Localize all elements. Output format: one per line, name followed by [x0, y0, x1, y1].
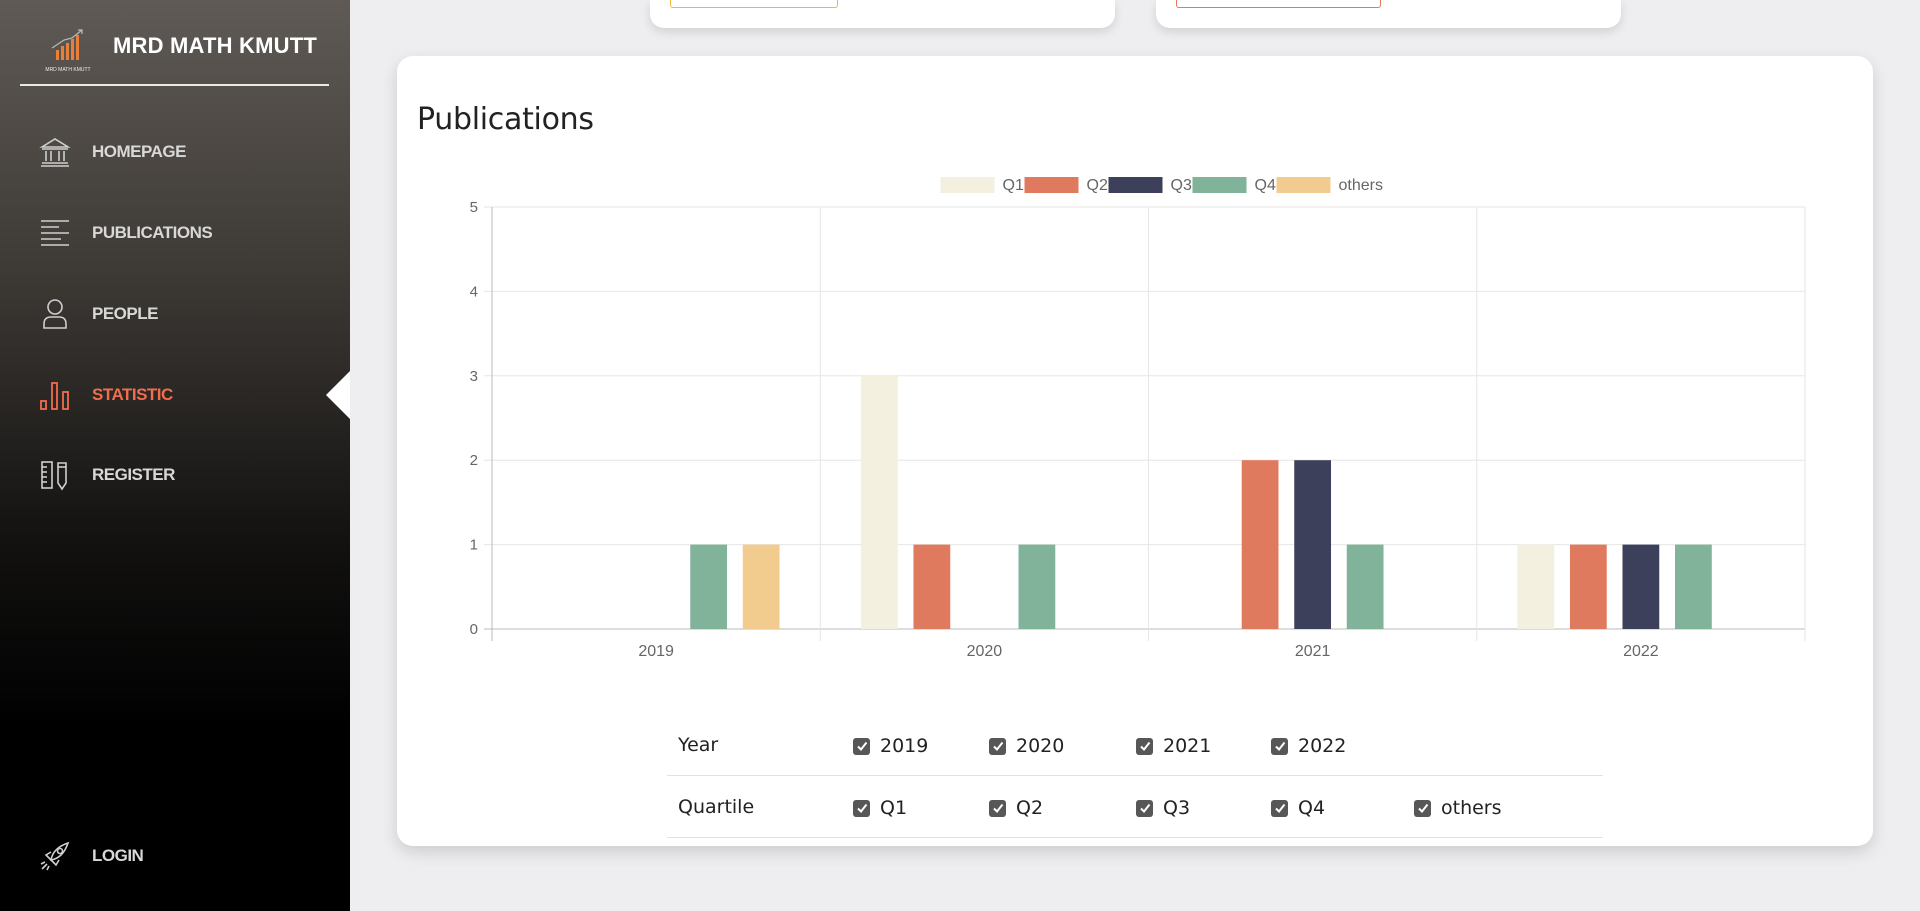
legend-swatch-Q2	[1024, 177, 1079, 193]
legend-swatch-others	[1276, 177, 1331, 193]
y-tick-label: 0	[470, 621, 478, 638]
filter-option-label: 2022	[1298, 735, 1347, 757]
legend-swatch-Q3	[1108, 177, 1163, 193]
filter-year-option-2019[interactable]: 2019	[853, 735, 928, 757]
filter-option-label: Q1	[880, 797, 908, 819]
filter-option-label: others	[1441, 797, 1502, 819]
bar-chart-icon	[38, 378, 72, 412]
bar-Q4-2022	[1675, 544, 1712, 629]
legend-swatch-Q4	[1192, 177, 1247, 193]
active-indicator	[326, 371, 350, 419]
nav-login[interactable]: LOGIN	[38, 836, 328, 876]
text-lines-icon	[38, 216, 72, 250]
x-tick-label: 2019	[638, 643, 674, 660]
logo-text: MRD MATH KMUTT	[45, 67, 90, 73]
bar-Q3-2022	[1622, 544, 1660, 629]
checkbox-checked-icon[interactable]	[1136, 799, 1153, 817]
nav-people-label: PEOPLE	[92, 304, 158, 323]
legend-label-others: others	[1339, 177, 1383, 194]
nav-publications-label: PUBLICATIONS	[92, 223, 213, 242]
checkbox-checked-icon[interactable]	[989, 737, 1006, 755]
filter-year-option-2022[interactable]: 2022	[1271, 735, 1346, 757]
bar-Q3-2021	[1294, 460, 1332, 629]
filter-option-label: 2021	[1163, 735, 1212, 757]
filter-option-label: Q3	[1163, 797, 1191, 819]
y-tick-label: 1	[470, 537, 478, 554]
y-tick-label: 5	[470, 199, 478, 216]
publications-panel: Publications 0 1 2 3 4 5 2019 2020 2021 2022 Q1 Q2 Q…	[397, 56, 1873, 846]
legend-swatch-Q1	[940, 177, 995, 193]
legend-label-Q2: Q2	[1087, 177, 1108, 194]
y-tick-label: 2	[470, 452, 478, 469]
legend-label-Q1: Q1	[1003, 177, 1024, 194]
checkbox-checked-icon[interactable]	[989, 799, 1006, 817]
publications-chart: 0 1 2 3 4 5 2019 2020 2021 2022 Q1 Q2 Q3 Q4 others	[470, 177, 1806, 660]
bar-Q4-2021	[1346, 544, 1384, 629]
bar-Q1-2022	[1517, 544, 1555, 629]
bar-Q4-2019	[690, 544, 728, 629]
checkbox-checked-icon[interactable]	[1414, 799, 1431, 817]
checkbox-checked-icon[interactable]	[1271, 799, 1288, 817]
rocket-icon	[38, 839, 72, 873]
checkbox-checked-icon[interactable]	[853, 737, 870, 755]
filter-row-year: Year 2019 2020 2021 2022	[667, 714, 1603, 776]
x-tick-label: 2020	[967, 643, 1003, 660]
brand[interactable]: MRD MATH KMUTT MRD MATH KMUTT	[20, 20, 329, 86]
nav-register[interactable]: REGISTER	[38, 455, 328, 495]
legend-label-Q3: Q3	[1171, 177, 1192, 194]
bar-Q4-2020	[1018, 544, 1056, 629]
brand-logo: MRD MATH KMUTT	[45, 29, 91, 73]
nav-login-label: LOGIN	[92, 846, 144, 865]
y-tick-label: 4	[470, 283, 478, 300]
top-card-left	[650, 0, 1115, 28]
nav-publications[interactable]: PUBLICATIONS	[38, 213, 328, 253]
bar-Q2-2021	[1241, 460, 1279, 629]
bank-icon	[38, 135, 72, 169]
nav-people[interactable]: PEOPLE	[38, 294, 328, 334]
nav-homepage[interactable]: HOMEPAGE	[38, 132, 328, 172]
bar-Q2-2022	[1569, 544, 1607, 629]
filter-year-label: Year	[678, 734, 719, 756]
checkbox-checked-icon[interactable]	[1136, 737, 1153, 755]
filter-year-option-2021[interactable]: 2021	[1136, 735, 1211, 757]
top-card-left-button[interactable]	[670, 0, 838, 8]
filter-option-label: 2019	[880, 735, 929, 757]
bar-Q1-2020	[860, 375, 898, 629]
filter-quartile-label: Quartile	[678, 796, 755, 818]
ruler-pencil-icon	[38, 458, 72, 492]
filter-table: Year 2019 2020 2021 2022 Quartile Q1 Q2 Q3 Q4 o…	[667, 714, 1603, 838]
top-card-right	[1156, 0, 1621, 28]
filter-quartile-option-Q4[interactable]: Q4	[1271, 797, 1325, 819]
filter-quartile-option-Q1[interactable]: Q1	[853, 797, 907, 819]
x-tick-label: 2021	[1295, 643, 1331, 660]
filter-option-label: Q4	[1298, 797, 1326, 819]
filter-quartile-option-Q2[interactable]: Q2	[989, 797, 1043, 819]
nav-statistic[interactable]: STATISTIC	[38, 375, 328, 415]
bar-Q2-2020	[913, 544, 951, 629]
filter-option-label: 2020	[1016, 735, 1065, 757]
person-icon	[38, 297, 72, 331]
y-tick-label: 3	[470, 368, 478, 385]
x-tick-label: 2022	[1623, 643, 1659, 660]
legend-label-Q4: Q4	[1255, 177, 1276, 194]
checkbox-checked-icon[interactable]	[1271, 737, 1288, 755]
nav-register-label: REGISTER	[92, 465, 175, 484]
sidebar: MRD MATH KMUTT MRD MATH KMUTT HOMEPAGE P…	[0, 0, 350, 911]
bar-others-2019	[742, 544, 780, 629]
top-card-right-button[interactable]	[1176, 0, 1381, 8]
filter-option-label: Q2	[1016, 797, 1044, 819]
filter-row-quartile: Quartile Q1 Q2 Q3 Q4 others	[667, 776, 1603, 838]
nav-statistic-label: STATISTIC	[92, 385, 173, 404]
filter-year-option-2020[interactable]: 2020	[989, 735, 1064, 757]
filter-quartile-option-Q3[interactable]: Q3	[1136, 797, 1190, 819]
brand-name: MRD MATH KMUTT	[113, 33, 318, 58]
nav-homepage-label: HOMEPAGE	[92, 142, 186, 161]
filter-quartile-option-others[interactable]: others	[1414, 797, 1502, 819]
checkbox-checked-icon[interactable]	[853, 799, 870, 817]
